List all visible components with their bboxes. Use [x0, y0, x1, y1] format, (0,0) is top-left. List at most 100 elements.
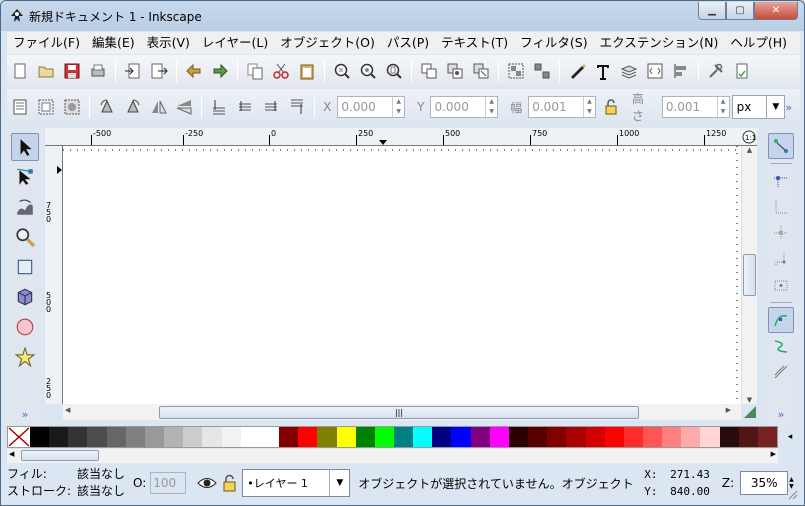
color-swatch[interactable]	[144, 427, 165, 447]
zoom-tool-button[interactable]	[11, 223, 39, 251]
menu-item-3[interactable]: レイヤー(L)	[196, 33, 274, 53]
lock-ratio-button[interactable]	[600, 96, 622, 118]
save-button[interactable]	[61, 60, 83, 82]
color-swatch[interactable]	[662, 427, 682, 447]
spin-down-icon[interactable]: ▼	[486, 107, 497, 117]
color-swatch[interactable]	[240, 427, 260, 447]
node-tool-button[interactable]	[11, 163, 39, 191]
snap-bbox-midpoint-button[interactable]	[768, 246, 794, 272]
palette-scroll-thumb[interactable]	[21, 450, 99, 461]
color-swatch[interactable]	[221, 427, 241, 447]
horizontal-scrollbar[interactable]: ◀ ||| ▶	[63, 404, 741, 420]
raise-to-top-button[interactable]	[286, 96, 308, 118]
rect-tool-button[interactable]	[11, 253, 39, 281]
snap-bbox-edge-button[interactable]	[768, 194, 794, 220]
color-swatch[interactable]	[547, 427, 567, 447]
color-swatch[interactable]	[125, 427, 145, 447]
color-swatch[interactable]	[432, 427, 452, 447]
snap-bbox-button[interactable]	[768, 168, 794, 194]
fill-stroke-button[interactable]	[566, 60, 588, 82]
title-bar[interactable]: 新規ドキュメント 1 - Inkscape ▁ ▢ ✕	[1, 1, 804, 31]
color-swatch[interactable]	[336, 427, 356, 447]
cut-button[interactable]	[270, 60, 292, 82]
color-swatch[interactable]	[355, 427, 375, 447]
snap-bbox-center-button[interactable]	[768, 272, 794, 298]
height-input[interactable]: 0.001 ▲ ▼	[661, 96, 730, 118]
menu-item-1[interactable]: 編集(E)	[86, 33, 141, 53]
open-button[interactable]	[35, 60, 57, 82]
snap-paths-button[interactable]	[768, 333, 794, 359]
color-swatch[interactable]	[470, 427, 490, 447]
snap-toggle-button[interactable]	[768, 133, 794, 159]
menu-item-6[interactable]: テキスト(T)	[435, 33, 514, 53]
text-button[interactable]	[592, 60, 614, 82]
star-tool-button[interactable]	[11, 343, 39, 371]
duplicate-button[interactable]	[418, 60, 440, 82]
spin-up-icon[interactable]: ▲	[486, 97, 497, 107]
close-button[interactable]: ✕	[754, 2, 798, 20]
snap-intersections-button[interactable]	[768, 359, 794, 385]
menu-item-0[interactable]: ファイル(F)	[7, 33, 86, 53]
scroll-left-icon[interactable]: ◀	[65, 406, 70, 414]
maximize-button[interactable]: ▢	[726, 2, 754, 20]
vertical-scrollbar[interactable]: ▲ ▼	[741, 146, 757, 404]
xml-editor-button[interactable]	[644, 60, 666, 82]
opacity-input[interactable]: 100	[150, 472, 187, 494]
import-button[interactable]	[122, 60, 144, 82]
color-swatch[interactable]	[106, 427, 126, 447]
color-swatch[interactable]	[681, 427, 701, 447]
menu-item-9[interactable]: ヘルプ(H)	[724, 33, 793, 53]
snap-bbox-corner-button[interactable]	[768, 220, 794, 246]
color-swatch[interactable]	[164, 427, 184, 447]
x-input[interactable]: 0.000 ▲ ▼	[337, 96, 406, 118]
spin-up-icon[interactable]: ▲	[789, 476, 794, 483]
snap-overflow-button[interactable]: »	[778, 408, 785, 421]
select-all-layers-button[interactable]	[35, 96, 57, 118]
new-doc-button[interactable]	[9, 60, 31, 82]
color-swatch[interactable]	[451, 427, 471, 447]
layer-select[interactable]: •レイヤー 1 ▼	[242, 469, 351, 497]
none-color-swatch[interactable]	[8, 427, 30, 447]
invert-selection-button[interactable]	[61, 96, 83, 118]
spin-down-icon[interactable]: ▼	[584, 107, 595, 117]
lower-to-bottom-button[interactable]	[208, 96, 230, 118]
copy-button[interactable]	[244, 60, 266, 82]
raise-button[interactable]	[260, 96, 282, 118]
color-swatch[interactable]	[279, 427, 299, 447]
paste-button[interactable]	[296, 60, 318, 82]
color-swatch[interactable]	[585, 427, 605, 447]
horizontal-scroll-thumb[interactable]: |||	[159, 406, 639, 419]
color-swatch[interactable]	[49, 427, 69, 447]
palette-menu-icon[interactable]: ◂	[780, 426, 800, 448]
scroll-left-icon[interactable]: ◀	[9, 450, 14, 458]
zoom-correction-icon[interactable]: 1:1	[741, 128, 757, 146]
layers-button[interactable]	[618, 60, 640, 82]
group-button[interactable]	[505, 60, 527, 82]
menu-item-8[interactable]: エクステンション(N)	[594, 33, 725, 53]
unit-select[interactable]: px ▼	[731, 95, 786, 119]
lower-button[interactable]	[234, 96, 256, 118]
color-swatch[interactable]	[259, 427, 280, 447]
color-swatch[interactable]	[604, 427, 624, 447]
cms-toggle-icon[interactable]	[743, 405, 757, 419]
fill-stroke-indicator[interactable]: フィル: 該当なし ストローク: 該当なし	[7, 466, 127, 500]
rotate-ccw-button[interactable]	[96, 96, 118, 118]
color-swatch[interactable]	[700, 427, 720, 447]
redo-button[interactable]	[209, 60, 231, 82]
export-button[interactable]	[148, 60, 170, 82]
selector-tool-button[interactable]	[11, 133, 39, 161]
color-swatch[interactable]	[566, 427, 586, 447]
menu-item-7[interactable]: フィルタ(S)	[514, 33, 593, 53]
palette-scrollbar[interactable]: ◀ ▶	[7, 449, 778, 463]
toolbar-overflow-button[interactable]: »	[785, 101, 792, 114]
color-swatch[interactable]	[489, 427, 509, 447]
y-input[interactable]: 0.000 ▲ ▼	[430, 96, 499, 118]
menu-item-2[interactable]: 表示(V)	[141, 33, 196, 53]
resize-grip-icon[interactable]	[786, 488, 798, 500]
color-swatch[interactable]	[643, 427, 663, 447]
zoom-drawing-button[interactable]	[357, 60, 379, 82]
color-swatch[interactable]	[508, 427, 529, 447]
menu-item-4[interactable]: オブジェクト(O)	[274, 33, 381, 53]
undo-button[interactable]	[183, 60, 205, 82]
zoom-input[interactable]: 35%	[740, 471, 789, 495]
